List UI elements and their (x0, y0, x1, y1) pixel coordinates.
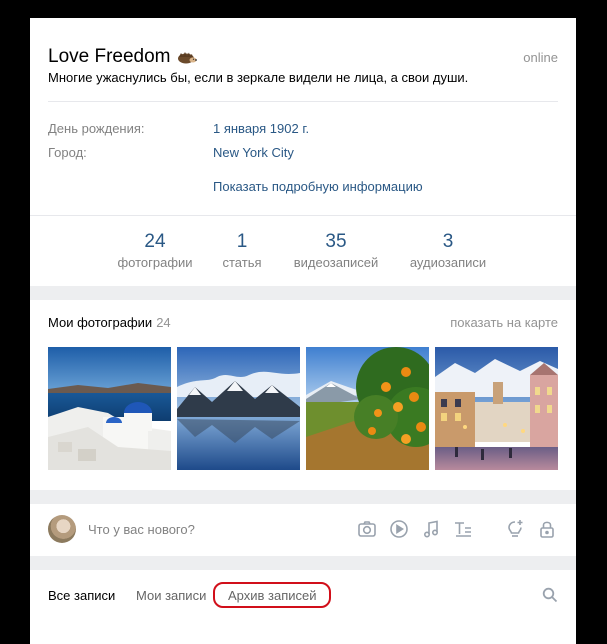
counter-number: 1 (236, 231, 248, 252)
avatar[interactable] (48, 515, 76, 543)
divider (30, 215, 576, 216)
profile-card: Love Freedom online Многие ужаснулись бы… (30, 18, 576, 286)
birthday-label: День рождения: (48, 121, 145, 136)
counter-label: аудиозаписи (409, 255, 487, 270)
counter-number: 35 (325, 231, 347, 252)
counter-label: видеозаписей (293, 255, 379, 270)
photos-count: 24 (156, 315, 171, 330)
profile-page: Love Freedom online Многие ужаснулись бы… (30, 18, 576, 644)
birthday-value[interactable]: 1 января 1902 г. (213, 121, 309, 136)
counter-videos[interactable]: 35 видеозаписей (280, 230, 392, 270)
hedgehog-icon (177, 51, 197, 64)
info-row-birthday: День рождения: 1 января 1902 г. (48, 121, 309, 136)
city-label: Город: (48, 145, 87, 160)
photo-thumbnail[interactable] (306, 347, 429, 470)
counter-number: 3 (442, 231, 454, 252)
profile-name: Love Freedom (48, 46, 171, 67)
wall-tabs: Все записи Мои записи Архив записей (30, 570, 576, 644)
counter-label: фотографии (117, 255, 193, 270)
article-icon[interactable] (452, 518, 474, 540)
counter-number: 24 (144, 231, 166, 252)
search-icon[interactable] (542, 587, 558, 603)
photo-thumbnail[interactable] (48, 347, 171, 470)
counter-label: статья (222, 255, 262, 270)
counter-articles[interactable]: 1 статья (202, 230, 282, 270)
lock-icon[interactable] (536, 518, 558, 540)
photo-thumbnail[interactable] (177, 347, 300, 470)
online-status: online (523, 50, 558, 65)
info-row-city: Город: New York City (48, 145, 294, 160)
new-post-input[interactable]: Что у вас нового? (88, 522, 195, 537)
idea-icon[interactable] (504, 518, 526, 540)
counter-photos[interactable]: 24 фотографии (100, 230, 210, 270)
photos-card: Мои фотографии 24 показать на карте (30, 300, 576, 490)
city-value[interactable]: New York City (213, 145, 294, 160)
tab-my-posts[interactable]: Мои записи (136, 588, 206, 603)
divider (48, 101, 558, 102)
tab-all-posts[interactable]: Все записи (48, 588, 115, 603)
music-icon[interactable] (420, 518, 442, 540)
new-post-composer: Что у вас нового? (30, 504, 576, 556)
photo-thumbnail[interactable] (435, 347, 558, 470)
profile-name-row: Love Freedom (48, 46, 197, 68)
camera-icon[interactable] (356, 518, 378, 540)
photos-title-label: Мои фотографии (48, 315, 153, 330)
photos-title[interactable]: Мои фотографии 24 (48, 315, 171, 330)
archive-highlight (213, 582, 331, 608)
counter-audio[interactable]: 3 аудиозаписи (398, 230, 498, 270)
show-on-map-link[interactable]: показать на карте (450, 315, 558, 330)
video-icon[interactable] (388, 518, 410, 540)
profile-status[interactable]: Многие ужаснулись бы, если в зеркале вид… (48, 70, 468, 85)
show-details-link[interactable]: Показать подробную информацию (213, 179, 423, 194)
profile-counters: 24 фотографии 1 статья 35 видеозаписей 3… (30, 230, 576, 286)
